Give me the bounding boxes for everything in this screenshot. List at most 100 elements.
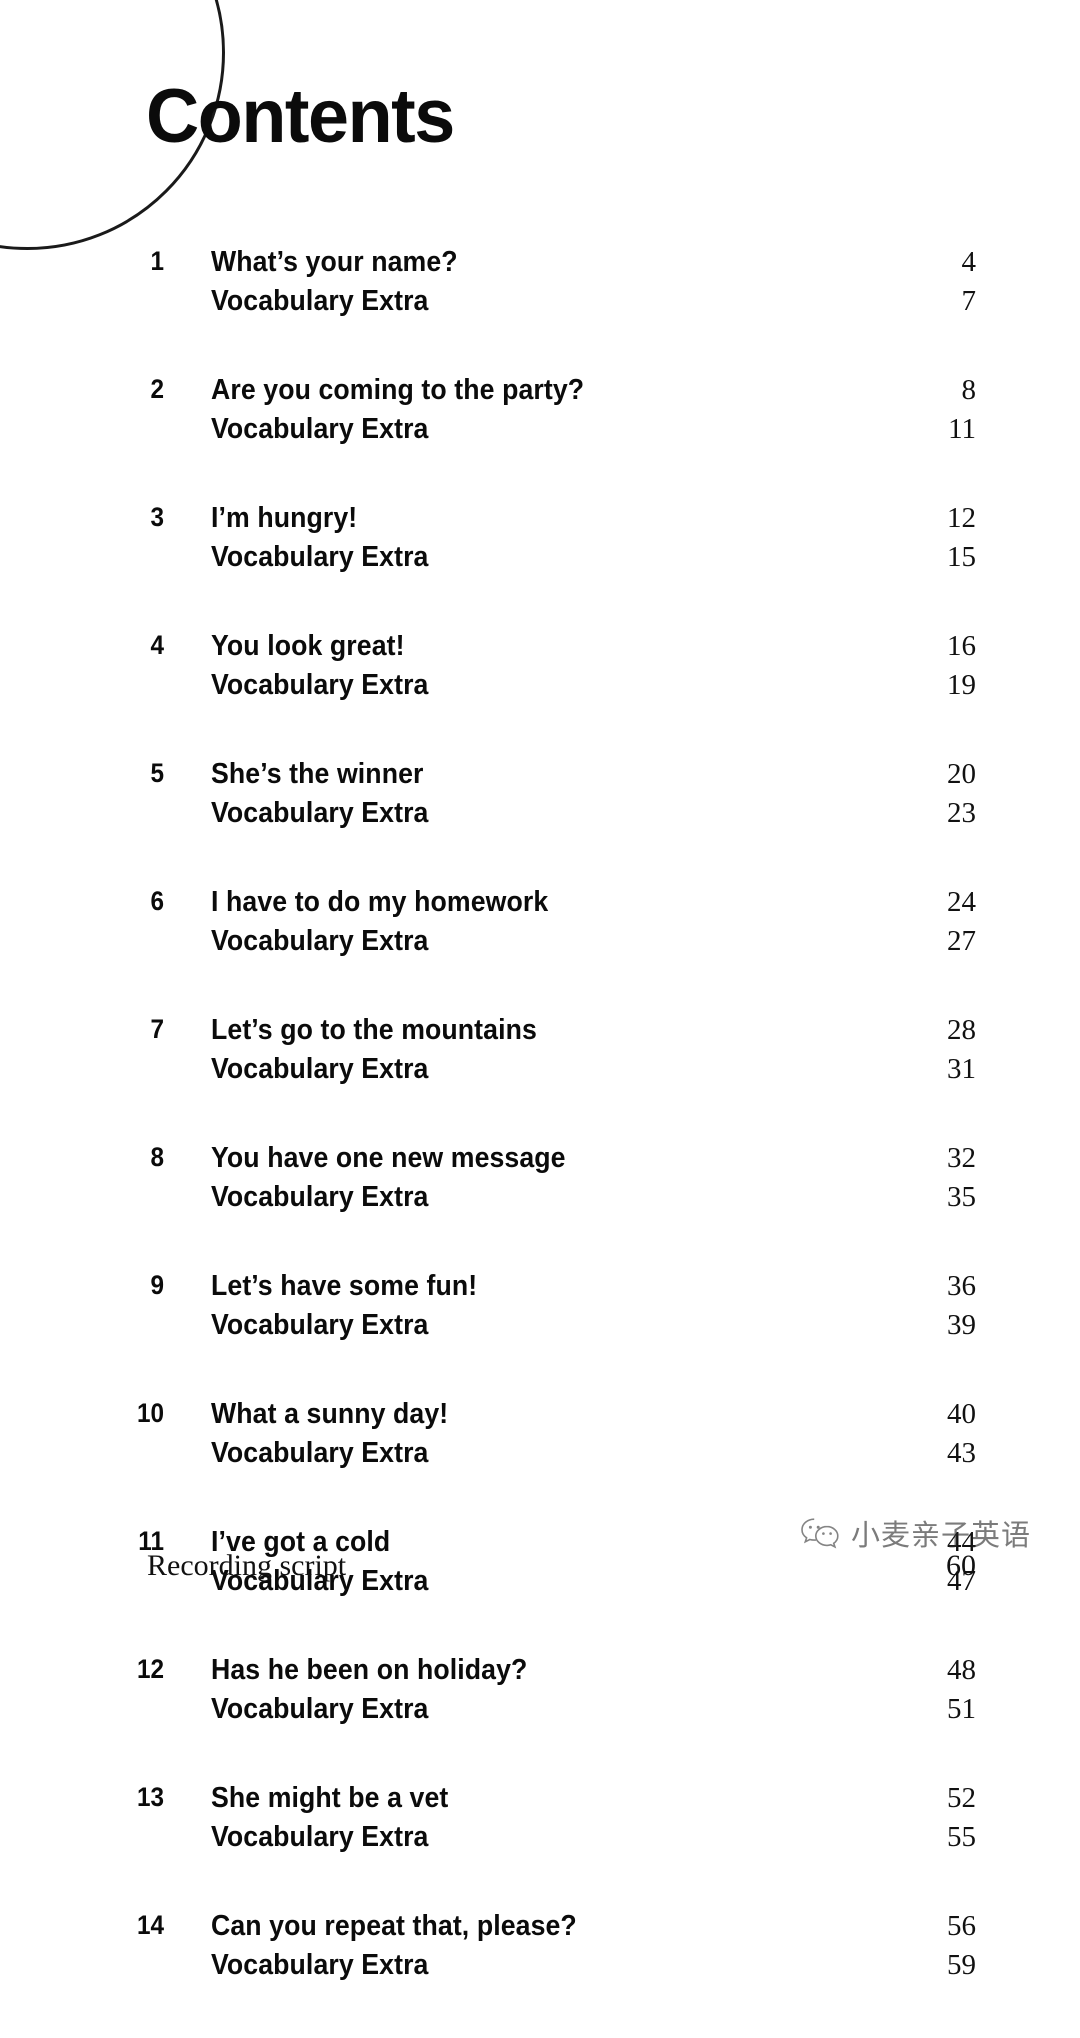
toc-unit-number: 4 <box>150 630 164 660</box>
toc-unit-page-number: 28 <box>947 1014 976 1046</box>
toc-unit-number: 2 <box>150 374 164 404</box>
toc-unit-title: Has he been on holiday? <box>211 1654 528 1686</box>
toc-vocabulary-extra-page-number: 19 <box>947 669 976 701</box>
toc-vocabulary-extra-label: Vocabulary Extra <box>211 285 429 317</box>
toc-unit-row[interactable]: 7 Let’s go to the mountains 28 <box>0 1014 1080 1053</box>
toc-entry: 1 What’s your name? 4 Vocabulary Extra 7 <box>0 246 1080 324</box>
toc-unit-row[interactable]: 4 You look great! 16 <box>0 630 1080 669</box>
toc-vocabulary-extra-page-number: 59 <box>947 1949 976 1981</box>
toc-vocabulary-extra-label: Vocabulary Extra <box>211 1437 429 1469</box>
toc-unit-page-number: 52 <box>947 1782 976 1814</box>
toc-unit-title: What’s your name? <box>211 246 458 278</box>
toc-vocabulary-extra-row[interactable]: Vocabulary Extra 7 <box>0 285 1080 324</box>
toc-unit-row[interactable]: 6 I have to do my homework 24 <box>0 886 1080 925</box>
toc-unit-page-number: 20 <box>947 758 976 790</box>
toc-unit-title: What a sunny day! <box>211 1398 449 1430</box>
toc-unit-page-number: 24 <box>947 886 976 918</box>
toc-unit-row[interactable]: 12 Has he been on holiday? 48 <box>0 1654 1080 1693</box>
table-of-contents: 1 What’s your name? 4 Vocabulary Extra 7 2 Are… <box>0 246 1080 2038</box>
footer-recording-script-label: Recording script <box>147 1549 347 1582</box>
toc-entry: 13 She might be a vet 52 Vocabulary Extra 55 <box>0 1782 1080 1860</box>
toc-unit-page-number: 40 <box>947 1398 976 1430</box>
toc-vocabulary-extra-label: Vocabulary Extra <box>211 1309 429 1341</box>
toc-unit-number: 1 <box>150 246 164 276</box>
toc-unit-row[interactable]: 1 What’s your name? 4 <box>0 246 1080 285</box>
toc-entry: 5 She’s the winner 20 Vocabulary Extra 23 <box>0 758 1080 836</box>
toc-entry: 2 Are you coming to the party? 8 Vocabulary… <box>0 374 1080 452</box>
toc-unit-page-number: 56 <box>947 1910 976 1942</box>
toc-vocabulary-extra-row[interactable]: Vocabulary Extra 15 <box>0 541 1080 580</box>
toc-unit-title: I have to do my homework <box>211 886 549 918</box>
toc-unit-title: Let’s go to the mountains <box>211 1014 537 1046</box>
toc-unit-page-number: 48 <box>947 1654 976 1686</box>
toc-unit-row[interactable]: 13 She might be a vet 52 <box>0 1782 1080 1821</box>
toc-vocabulary-extra-label: Vocabulary Extra <box>211 1181 429 1213</box>
toc-vocabulary-extra-page-number: 39 <box>947 1309 976 1341</box>
toc-unit-number: 10 <box>136 1398 164 1428</box>
toc-unit-number: 7 <box>150 1014 164 1044</box>
toc-vocabulary-extra-row[interactable]: Vocabulary Extra 19 <box>0 669 1080 708</box>
toc-vocabulary-extra-label: Vocabulary Extra <box>211 925 429 957</box>
toc-entry: 9 Let’s have some fun! 36 Vocabulary Extra 3… <box>0 1270 1080 1348</box>
toc-unit-title: She might be a vet <box>211 1782 449 1814</box>
toc-entry: 10 What a sunny day! 40 Vocabulary Extra 43 <box>0 1398 1080 1476</box>
toc-entry: 4 You look great! 16 Vocabulary Extra 19 <box>0 630 1080 708</box>
toc-vocabulary-extra-row[interactable]: Vocabulary Extra 39 <box>0 1309 1080 1348</box>
toc-unit-row[interactable]: 10 What a sunny day! 40 <box>0 1398 1080 1437</box>
toc-entry: 3 I’m hungry! 12 Vocabulary Extra 15 <box>0 502 1080 580</box>
toc-vocabulary-extra-row[interactable]: Vocabulary Extra 55 <box>0 1821 1080 1860</box>
page-title: Contents <box>146 73 455 159</box>
toc-unit-row[interactable]: 8 You have one new message 32 <box>0 1142 1080 1181</box>
toc-vocabulary-extra-page-number: 55 <box>947 1821 976 1853</box>
toc-unit-title: I’m hungry! <box>211 502 358 534</box>
toc-unit-page-number: 4 <box>961 246 977 278</box>
toc-vocabulary-extra-row[interactable]: Vocabulary Extra 35 <box>0 1181 1080 1220</box>
toc-unit-page-number: 16 <box>947 630 976 662</box>
toc-vocabulary-extra-label: Vocabulary Extra <box>211 1693 429 1725</box>
toc-vocabulary-extra-label: Vocabulary Extra <box>211 1821 429 1853</box>
toc-unit-page-number: 8 <box>961 374 977 406</box>
toc-unit-number: 12 <box>136 1654 164 1684</box>
toc-unit-title: You have one new message <box>211 1142 566 1174</box>
toc-entry: 14 Can you repeat that, please? 56 Vocabula… <box>0 1910 1080 1988</box>
toc-unit-row[interactable]: 5 She’s the winner 20 <box>0 758 1080 797</box>
toc-vocabulary-extra-page-number: 23 <box>947 797 976 829</box>
toc-entry: 12 Has he been on holiday? 48 Vocabulary Ex… <box>0 1654 1080 1732</box>
toc-vocabulary-extra-row[interactable]: Vocabulary Extra 43 <box>0 1437 1080 1476</box>
toc-vocabulary-extra-page-number: 51 <box>947 1693 976 1725</box>
toc-vocabulary-extra-row[interactable]: Vocabulary Extra 23 <box>0 797 1080 836</box>
footer-page-number: 60 <box>946 1549 976 1582</box>
toc-entry: 8 You have one new message 32 Vocabulary Ex… <box>0 1142 1080 1220</box>
toc-vocabulary-extra-row[interactable]: Vocabulary Extra 31 <box>0 1053 1080 1092</box>
toc-unit-number: 3 <box>150 502 164 532</box>
toc-unit-page-number: 32 <box>947 1142 976 1174</box>
toc-vocabulary-extra-page-number: 43 <box>947 1437 976 1469</box>
toc-vocabulary-extra-row[interactable]: Vocabulary Extra 51 <box>0 1693 1080 1732</box>
toc-vocabulary-extra-row[interactable]: Vocabulary Extra 11 <box>0 413 1080 452</box>
toc-unit-number: 14 <box>136 1910 164 1940</box>
toc-vocabulary-extra-label: Vocabulary Extra <box>211 797 429 829</box>
toc-vocabulary-extra-row[interactable]: Vocabulary Extra 59 <box>0 1949 1080 1988</box>
toc-unit-number: 8 <box>150 1142 164 1172</box>
toc-unit-title: Let’s have some fun! <box>211 1270 478 1302</box>
toc-unit-row[interactable]: 9 Let’s have some fun! 36 <box>0 1270 1080 1309</box>
toc-vocabulary-extra-label: Vocabulary Extra <box>211 1949 429 1981</box>
toc-unit-page-number: 12 <box>947 502 976 534</box>
toc-vocabulary-extra-label: Vocabulary Extra <box>211 541 429 573</box>
toc-vocabulary-extra-label: Vocabulary Extra <box>211 1053 429 1085</box>
toc-unit-number: 9 <box>150 1270 164 1300</box>
toc-vocabulary-extra-page-number: 35 <box>947 1181 976 1213</box>
toc-unit-row[interactable]: 3 I’m hungry! 12 <box>0 502 1080 541</box>
toc-unit-title: You look great! <box>211 630 405 662</box>
toc-unit-row[interactable]: 2 Are you coming to the party? 8 <box>0 374 1080 413</box>
toc-vocabulary-extra-label: Vocabulary Extra <box>211 413 429 445</box>
toc-vocabulary-extra-page-number: 31 <box>947 1053 976 1085</box>
toc-vocabulary-extra-page-number: 15 <box>947 541 976 573</box>
toc-vocabulary-extra-label: Vocabulary Extra <box>211 669 429 701</box>
toc-unit-page-number: 36 <box>947 1270 976 1302</box>
toc-unit-title: She’s the winner <box>211 758 424 790</box>
toc-vocabulary-extra-row[interactable]: Vocabulary Extra 27 <box>0 925 1080 964</box>
toc-entry: 7 Let’s go to the mountains 28 Vocabulary E… <box>0 1014 1080 1092</box>
toc-entry: 6 I have to do my homework 24 Vocabulary Ex… <box>0 886 1080 964</box>
toc-unit-row[interactable]: 14 Can you repeat that, please? 56 <box>0 1910 1080 1949</box>
